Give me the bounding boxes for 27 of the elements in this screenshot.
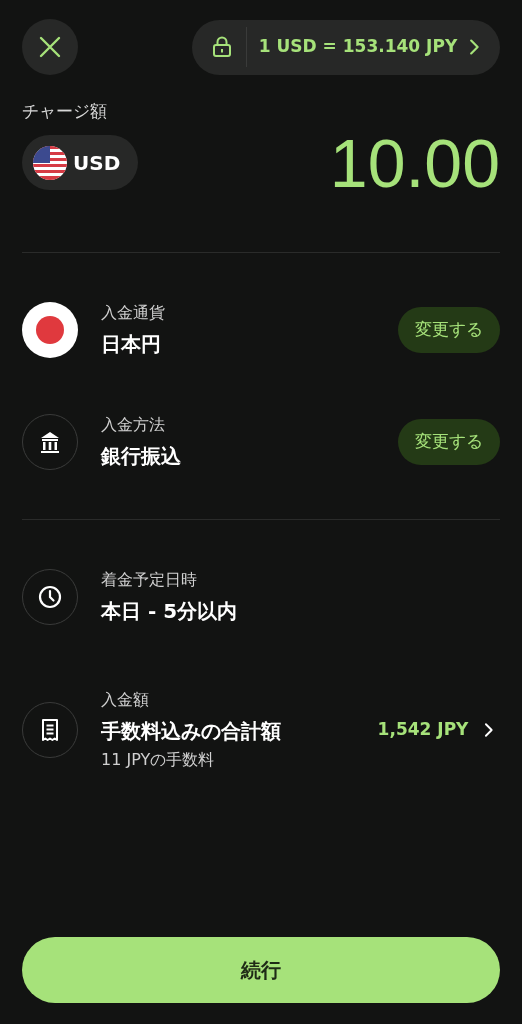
japan-flag-icon: [22, 301, 78, 358]
change-button[interactable]: 変更する: [398, 418, 500, 465]
chevron-right-icon: [469, 38, 480, 56]
currency-button[interactable]: USD: [22, 135, 139, 190]
close-button[interactable]: [22, 19, 78, 75]
setting-label: 入金通貨: [101, 301, 166, 324]
detail-label: 着金予定日時: [101, 568, 198, 591]
change-button[interactable]: 変更する: [398, 306, 500, 353]
continue-button[interactable]: 続行: [22, 937, 500, 1003]
setting-value: 銀行振込: [101, 442, 182, 470]
receipt-icon: [22, 701, 78, 758]
close-icon: [39, 36, 61, 58]
detail-value: 手数料込みの合計額: [101, 717, 282, 745]
amount-label: チャージ額: [22, 100, 108, 123]
amount-value: 10.00: [329, 128, 500, 197]
clock-icon: [22, 568, 78, 625]
detail-value: 本日 - 5分以内: [101, 597, 239, 625]
fee-note: 11 JPYの手数料: [101, 748, 216, 771]
us-flag-icon: [33, 145, 67, 180]
total-amount-link[interactable]: 1,542 JPY: [377, 716, 500, 743]
detail-label: 入金額: [101, 688, 150, 711]
setting-label: 入金方法: [101, 413, 166, 436]
bank-icon: [22, 413, 78, 470]
setting-value: 日本円: [101, 330, 162, 358]
exchange-rate-button[interactable]: 1 USD = 153.140 JPY: [191, 19, 500, 75]
lock-icon: [211, 36, 232, 58]
chevron-right-icon: [484, 721, 494, 738]
